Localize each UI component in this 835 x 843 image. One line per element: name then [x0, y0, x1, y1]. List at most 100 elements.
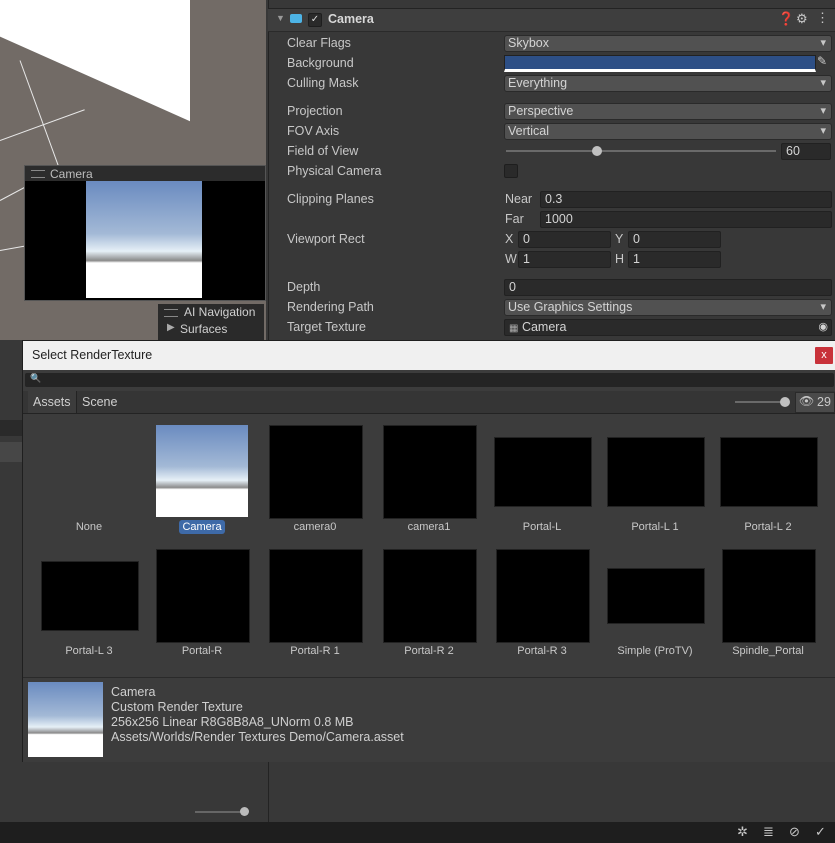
viewport-y-field[interactable]: 0: [628, 231, 721, 248]
physical-camera-checkbox[interactable]: [504, 164, 518, 178]
preview-path: Assets/Worlds/Render Textures Demo/Camer…: [111, 730, 404, 744]
rendering-path-dropdown[interactable]: Use Graphics Settings: [504, 299, 832, 316]
fov-axis-label: FOV Axis: [287, 124, 340, 138]
preview-type: Custom Render Texture: [111, 700, 243, 714]
tab-scene[interactable]: Scene: [77, 391, 122, 413]
ai-navigation-overlay[interactable]: AI Navigation ▶ Surfaces: [158, 304, 264, 340]
object-picker-icon[interactable]: ◉: [818, 320, 828, 335]
asset-tile[interactable]: None: [33, 425, 145, 537]
depth-field[interactable]: 0: [504, 279, 832, 296]
thumbnail-size-handle[interactable]: [780, 397, 790, 407]
viewport-h-field[interactable]: 1: [628, 251, 721, 268]
viewport-w-field[interactable]: 1: [518, 251, 611, 268]
preview-details: 256x256 Linear R8G8B8A8_UNorm 0.8 MB: [111, 715, 354, 729]
viewport-x-label: X: [505, 232, 514, 246]
asset-label-text: camera0: [293, 521, 337, 533]
culling-mask-value: Everything: [508, 76, 568, 90]
asset-label: camera1: [373, 521, 485, 533]
camera-preview-image: [86, 181, 202, 298]
asset-label-text: None: [75, 521, 103, 533]
component-title: Camera: [328, 12, 374, 26]
asset-tile[interactable]: Spindle_Portal: [712, 549, 824, 661]
fov-slider-handle[interactable]: [592, 146, 602, 156]
camera-component-header[interactable]: ▼ ✓ Camera ❓ ⚙ ⋮: [268, 8, 835, 32]
asset-thumbnail: [494, 437, 592, 507]
ai-navigation-surfaces[interactable]: Surfaces: [180, 322, 227, 336]
tab-assets[interactable]: Assets: [28, 391, 77, 413]
status-bar: ✲ ≣ ⊘ ✓: [0, 822, 835, 843]
debug-icon[interactable]: ✲: [737, 824, 748, 840]
clear-flags-label: Clear Flags: [287, 36, 351, 50]
asset-thumbnail: [607, 437, 705, 507]
asset-label: Portal-L 3: [33, 645, 145, 657]
fov-axis-dropdown[interactable]: Vertical: [504, 123, 832, 140]
asset-label: None: [33, 521, 145, 533]
render-texture-icon: ▦: [509, 323, 519, 334]
eyedropper-icon[interactable]: ✎: [817, 54, 827, 68]
depth-label: Depth: [287, 280, 321, 294]
preview-info: Camera Custom Render Texture 256x256 Lin…: [111, 685, 404, 745]
auto-generate-lighting-icon[interactable]: ⊘: [789, 824, 800, 840]
asset-tile[interactable]: Portal-R 2: [373, 549, 485, 661]
presets-icon[interactable]: ⚙: [796, 11, 808, 27]
target-texture-field[interactable]: ▦ Camera ◉: [504, 319, 832, 336]
asset-tile[interactable]: Portal-R 1: [259, 549, 371, 661]
asset-label-text: Portal-R 3: [517, 645, 567, 657]
asset-tile[interactable]: camera1: [373, 425, 485, 537]
cache-server-icon[interactable]: ≣: [763, 824, 774, 840]
near-clip-field[interactable]: 0.3: [540, 191, 832, 208]
asset-tile[interactable]: Camera: [146, 425, 258, 537]
asset-thumbnail: [496, 549, 590, 643]
asset-tile[interactable]: Portal-R 3: [486, 549, 598, 661]
fov-slider-track[interactable]: [506, 150, 776, 152]
asset-thumbnail: [41, 561, 139, 631]
background-label: Background: [287, 56, 354, 70]
component-enabled-checkbox[interactable]: ✓: [308, 13, 322, 27]
asset-label: Portal-L: [486, 521, 598, 533]
fov-axis-value: Vertical: [508, 124, 549, 138]
culling-mask-dropdown[interactable]: Everything: [504, 75, 832, 92]
asset-label-text: Portal-L 2: [744, 521, 792, 533]
projection-dropdown[interactable]: Perspective: [504, 103, 832, 120]
asset-tile[interactable]: Portal-L 3: [33, 549, 145, 661]
clear-flags-dropdown[interactable]: Skybox: [504, 35, 832, 52]
viewport-h-label: H: [615, 252, 625, 266]
clipping-planes-label: Clipping Planes: [287, 192, 374, 206]
search-input[interactable]: 🔍: [25, 373, 834, 387]
asset-tile[interactable]: Portal-L: [486, 425, 598, 537]
grip-icon: [31, 170, 45, 178]
select-rendertexture-dialog: Select RenderTexture x 🔍 Assets Scene 👁 …: [22, 340, 835, 762]
asset-label: Camera: [146, 520, 258, 534]
asset-label-text: Camera: [179, 520, 225, 534]
close-button[interactable]: x: [815, 347, 833, 364]
asset-label: Portal-R 2: [373, 645, 485, 657]
fov-value-field[interactable]: 60: [781, 143, 831, 160]
camera-icon: [290, 14, 302, 23]
camera-preview: Camera: [24, 165, 266, 301]
far-clip-field[interactable]: 1000: [540, 211, 832, 228]
asset-tile[interactable]: camera0: [259, 425, 371, 537]
panel-toolbar: [0, 420, 24, 436]
preview-name: Camera: [111, 685, 156, 699]
expand-arrow-icon[interactable]: ▶: [167, 322, 175, 333]
foldout-arrow-icon[interactable]: ▼: [276, 13, 285, 23]
asset-thumbnail: [607, 568, 705, 624]
more-menu-icon[interactable]: ⋮: [816, 10, 829, 26]
camera-preview-titlebar: Camera: [25, 166, 265, 181]
asset-tile[interactable]: Simple (ProTV): [599, 549, 711, 661]
asset-label: Simple (ProTV): [599, 645, 711, 657]
ai-navigation-title: AI Navigation: [184, 305, 256, 319]
zoom-slider-handle[interactable]: [240, 807, 249, 816]
asset-tile[interactable]: Portal-L 1: [599, 425, 711, 537]
rendering-path-value: Use Graphics Settings: [508, 300, 633, 314]
asset-label-text: Simple (ProTV): [617, 645, 693, 657]
zoom-slider-track[interactable]: [195, 811, 245, 813]
help-icon[interactable]: ❓: [778, 11, 794, 27]
dialog-titlebar[interactable]: Select RenderTexture x: [23, 341, 835, 370]
background-color-field[interactable]: [504, 55, 816, 72]
hidden-packages-toggle[interactable]: 👁 29: [795, 392, 835, 413]
viewport-x-field[interactable]: 0: [518, 231, 611, 248]
asset-tile[interactable]: Portal-L 2: [712, 425, 824, 537]
asset-tile[interactable]: Portal-R: [146, 549, 258, 661]
checkmark-icon[interactable]: ✓: [815, 824, 826, 840]
